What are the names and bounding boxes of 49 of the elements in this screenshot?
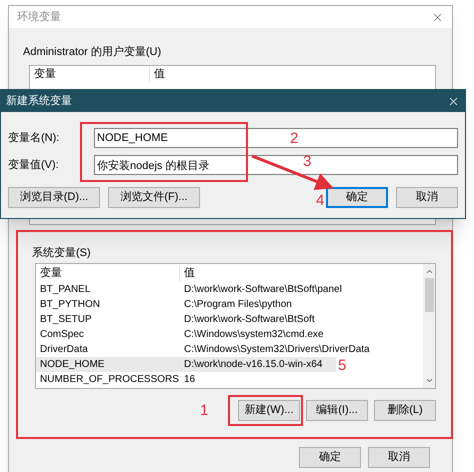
variable-name: NODE_HOME [39,358,106,372]
field-label: 变量值(V): [8,158,60,173]
variable-name: BT_PYTHON [39,298,102,312]
group-label: Administrator 的用户变量(U) [23,44,162,60]
variable-value: D:\work\work-Software\BtSoft\panel [183,283,342,297]
list-row[interactable]: NUMBER_OF_PROCESSORS 16 [36,372,336,387]
list-row[interactable]: BT_PYTHON C:\Program Files\python [36,297,336,312]
variable-value: C:\Windows\system32\cmd.exe [183,328,324,342]
dialog-title: 新建系统变量 [6,94,72,109]
variable-value: D:\work\work-Software\BtSoft [183,313,315,327]
dialog-button[interactable]: 删除(L) [374,400,436,421]
dialog-button[interactable]: 确定 [299,447,361,468]
variable-value: 16 [183,373,196,387]
dialog-button[interactable]: 编辑(I)... [306,400,368,421]
step-number: 2 [290,129,298,149]
scroll-thumb[interactable] [424,278,434,312]
step-number: 3 [303,152,312,172]
variable-name: ComSpec [39,328,85,342]
column-header[interactable]: 变量 [36,265,180,282]
window-title: 环境变量 [17,10,61,25]
scroll-up-icon[interactable] [424,267,434,276]
variable-name: DriverData [39,343,89,357]
column-header[interactable]: 值 [180,265,195,282]
step-number: 4 [316,191,324,211]
dialog-button[interactable]: 新建(W)... [238,400,300,421]
dialog-button[interactable]: 确定 [326,187,388,208]
list-row[interactable]: BT_PANEL D:\work\work-Software\BtSoft\panel [36,282,344,297]
dialog-button[interactable]: 浏览文件(F)... [108,187,200,208]
step-number: 1 [200,401,208,421]
scrollbar[interactable] [423,264,435,388]
dialog-button[interactable]: 取消 [368,447,430,468]
dialog-button[interactable]: 浏览目录(D)... [8,187,100,208]
variable-name: BT_SETUP [39,313,93,327]
field-label: 变量名(N): [8,130,60,146]
variable-value: C:\Windows\System32\Drivers\DriverData [183,343,370,357]
variable-value: C:\Program Files\python [183,298,292,312]
column-header[interactable]: 值 [150,66,165,82]
scroll-down-icon[interactable] [424,376,434,385]
step-number: 5 [338,358,346,373]
list-row[interactable]: BT_SETUP D:\work\work-Software\BtSoft [36,312,336,327]
list-row[interactable]: NODE_HOME D:\work\node-v16.15.0-win-x64 [36,357,336,372]
dialog-button[interactable]: 取消 [396,187,458,208]
list-row[interactable]: ComSpec C:\Windows\system32\cmd.exe [36,327,336,342]
list-row[interactable]: DriverData C:\Windows\System32\Drivers\DriverData [36,342,372,357]
variable-name: BT_PANEL [39,283,92,297]
group-label: 系统变量(S) [32,246,92,260]
column-header[interactable]: 变量 [30,66,150,82]
variable-value: D:\work\node-v16.15.0-win-x64 [183,358,322,372]
variable-name: NUMBER_OF_PROCESSORS [39,373,180,387]
